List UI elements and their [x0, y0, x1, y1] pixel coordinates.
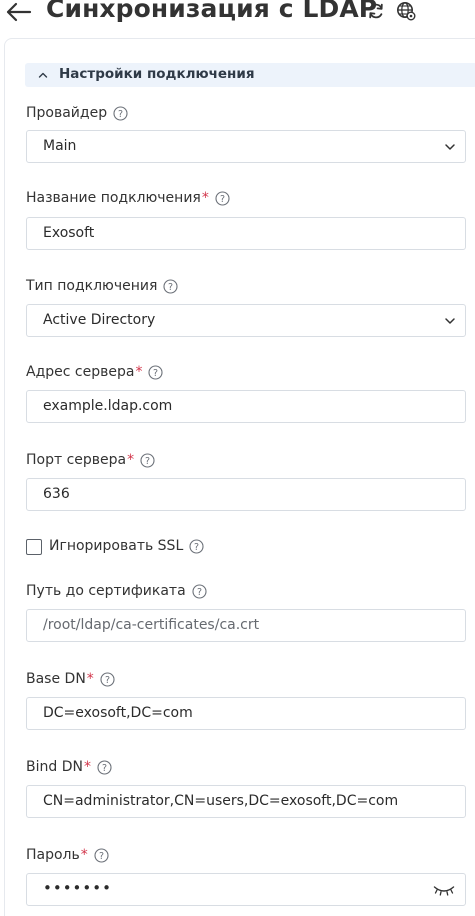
page-header: Синхронизация с LDAP	[0, 0, 475, 30]
svg-text:?: ?	[153, 368, 158, 379]
bind-dn-label: Bind DN * ?	[26, 759, 112, 775]
cert-path-label: Путь до сертификата ?	[26, 583, 207, 599]
svg-text:?: ?	[220, 194, 225, 205]
chevron-down-icon	[445, 144, 455, 150]
arrow-left-icon[interactable]	[4, 0, 32, 24]
section-toggle-connection-settings[interactable]: Настройки подключения	[25, 63, 475, 87]
svg-text:?: ?	[145, 456, 150, 467]
refresh-icon[interactable]	[366, 1, 386, 21]
base-dn-input[interactable]: DC=exosoft,DC=com	[26, 697, 466, 730]
ignore-ssl-checkbox[interactable]	[26, 539, 42, 555]
svg-text:?: ?	[197, 587, 202, 598]
help-icon[interactable]: ?	[163, 278, 178, 294]
section-title: Настройки подключения	[59, 66, 255, 82]
password-label: Пароль * ?	[26, 847, 109, 863]
chevron-up-icon	[38, 72, 48, 78]
svg-text:?: ?	[168, 282, 173, 293]
connection-type-select[interactable]: Active Directory	[26, 304, 466, 337]
help-icon[interactable]: ?	[97, 759, 112, 775]
ignore-ssl-label[interactable]: Игнорировать SSL ?	[49, 538, 204, 554]
provider-label: Провайдер ?	[26, 105, 128, 121]
bind-dn-input[interactable]: CN=administrator,CN=users,DC=exosoft,DC=…	[26, 785, 466, 818]
password-input[interactable]: •••••••	[26, 873, 466, 906]
help-icon[interactable]: ?	[189, 538, 204, 554]
connection-name-input[interactable]: Exosoft	[26, 217, 466, 250]
page-title: Синхронизация с LDAP	[46, 0, 378, 23]
svg-text:?: ?	[102, 763, 107, 774]
help-icon[interactable]: ?	[192, 583, 207, 599]
chevron-down-icon	[445, 318, 455, 324]
help-icon[interactable]: ?	[148, 364, 163, 380]
connection-type-label: Тип подключения ?	[26, 278, 178, 294]
provider-select[interactable]: Main	[26, 130, 466, 163]
svg-text:?: ?	[105, 675, 110, 686]
help-icon[interactable]: ?	[100, 671, 115, 687]
globe-settings-icon[interactable]	[396, 1, 416, 21]
server-port-label: Порт сервера * ?	[26, 452, 155, 468]
help-icon[interactable]: ?	[94, 847, 109, 863]
base-dn-label: Base DN * ?	[26, 671, 115, 687]
svg-text:?: ?	[194, 542, 199, 553]
help-icon[interactable]: ?	[113, 105, 128, 121]
help-icon[interactable]: ?	[215, 190, 230, 206]
cert-path-input[interactable]: /root/ldap/ca-certificates/ca.crt	[26, 609, 466, 642]
svg-text:?: ?	[118, 109, 123, 120]
svg-text:?: ?	[99, 851, 104, 862]
eye-closed-icon[interactable]	[433, 884, 455, 896]
server-address-input[interactable]: example.ldap.com	[26, 390, 466, 423]
connection-name-label: Название подключения * ?	[26, 190, 230, 206]
server-address-label: Адрес сервера * ?	[26, 364, 163, 380]
server-port-input[interactable]: 636	[26, 478, 466, 511]
help-icon[interactable]: ?	[140, 452, 155, 468]
